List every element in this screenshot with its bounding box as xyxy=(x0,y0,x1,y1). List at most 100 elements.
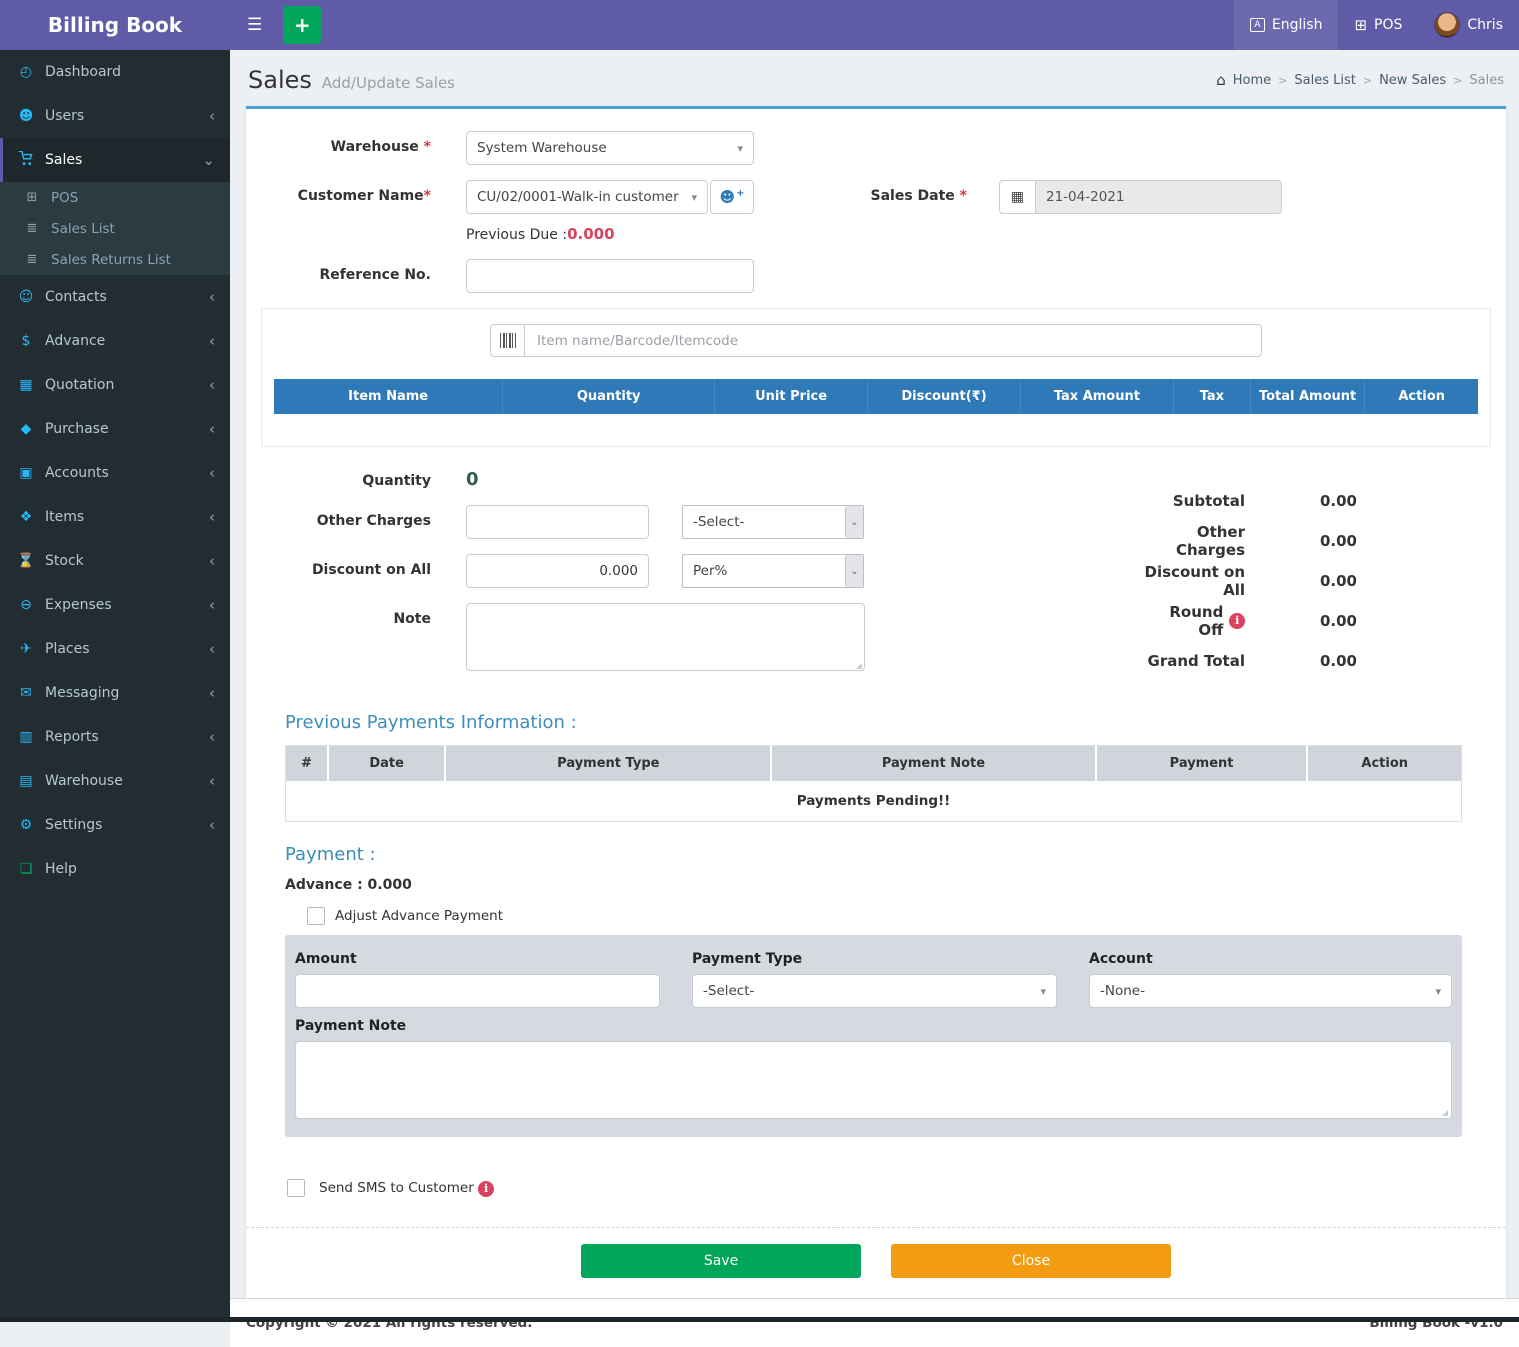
round-off-label: Round Off i xyxy=(1141,603,1245,639)
hourglass-icon: ⌛ xyxy=(15,553,37,569)
save-button[interactable]: Save xyxy=(581,1244,861,1278)
payments-table-header: Payment Type xyxy=(445,746,771,782)
sidebar-item-dashboard[interactable]: ◴ Dashboard xyxy=(0,50,230,94)
discount-type-select-value: Per% xyxy=(683,563,845,579)
warehouse-select-value: System Warehouse xyxy=(477,140,737,156)
hamburger-menu-icon[interactable]: ☰ xyxy=(230,0,279,50)
payment-note-textarea[interactable] xyxy=(295,1041,1452,1119)
breadcrumb-new-sales[interactable]: New Sales xyxy=(1379,73,1446,88)
account-field: Account -None- ▾ xyxy=(1089,951,1452,1008)
sales-date-input[interactable] xyxy=(1035,180,1282,214)
sales-date-group: ▦ xyxy=(999,180,1282,214)
chevron-left-icon: ‹ xyxy=(209,684,215,702)
sidebar-subitem-sales-returns-list[interactable]: ≣ Sales Returns List xyxy=(0,244,230,275)
warehouse-select[interactable]: System Warehouse ▾ xyxy=(466,131,754,165)
discount-on-all-input[interactable] xyxy=(466,554,649,588)
add-customer-button[interactable]: ☻+ xyxy=(710,180,754,214)
avatar xyxy=(1434,12,1460,38)
bottom-strip xyxy=(0,1317,1519,1322)
payment-type-select[interactable]: -Select- ▾ xyxy=(692,974,1057,1008)
pos-square-icon: ⊞ xyxy=(22,190,42,205)
sidebar-item-reports[interactable]: ▥ Reports ‹ xyxy=(0,715,230,759)
discount-type-select[interactable]: Per% ⌄ xyxy=(682,554,864,588)
sidebar-item-label: Help xyxy=(45,861,77,877)
items-table: Item Name Quantity Unit Price Discount(₹… xyxy=(274,379,1478,414)
pos-menu[interactable]: ⊞ POS xyxy=(1338,0,1418,50)
sidebar-item-purchase[interactable]: ◆ Purchase ‹ xyxy=(0,407,230,451)
breadcrumb-home[interactable]: Home xyxy=(1233,73,1271,88)
sidebar-item-accounts[interactable]: ▣ Accounts ‹ xyxy=(0,451,230,495)
required-asterisk: * xyxy=(424,188,431,204)
reference-label: Reference No. xyxy=(261,259,466,293)
page-title: Sales Add/Update Sales xyxy=(248,66,455,94)
cubes-icon: ❖ xyxy=(15,509,37,525)
amount-input[interactable] xyxy=(295,974,660,1008)
quick-add-button[interactable]: + xyxy=(283,6,321,44)
sidebar-item-label: Settings xyxy=(45,817,102,833)
other-charges-select[interactable]: -Select- ⌄ xyxy=(682,505,864,539)
chevron-down-icon: ▾ xyxy=(1435,985,1441,998)
items-table-header: Action xyxy=(1365,379,1478,414)
book-icon: ❏ xyxy=(15,861,37,877)
sales-submenu: ⊞ POS ≣ Sales List ≣ Sales Returns List xyxy=(0,182,230,275)
sidebar-item-label: Users xyxy=(45,108,84,124)
sidebar-item-help[interactable]: ❏ Help xyxy=(0,847,230,891)
payment-type-select-value: -Select- xyxy=(703,983,1040,999)
language-menu[interactable]: A English xyxy=(1234,0,1339,50)
account-select[interactable]: -None- ▾ xyxy=(1089,974,1452,1008)
page-footer: Copyright © 2021 All rights reserved. Bi… xyxy=(230,1298,1519,1347)
amount-label: Amount xyxy=(295,951,660,967)
sidebar-item-stock[interactable]: ⌛ Stock ‹ xyxy=(0,539,230,583)
send-sms-checkbox[interactable] xyxy=(287,1179,305,1197)
sidebar-item-expenses[interactable]: ⊖ Expenses ‹ xyxy=(0,583,230,627)
adjust-advance-checkbox[interactable] xyxy=(307,907,325,925)
info-icon[interactable]: i xyxy=(478,1181,494,1197)
minus-circle-icon: ⊖ xyxy=(15,597,37,613)
sidebar-item-label: Contacts xyxy=(45,289,107,305)
previous-due-label: Previous Due : xyxy=(466,227,567,243)
customer-select[interactable]: CU/02/0001-Walk-in customer ▾ xyxy=(466,180,708,214)
sidebar-item-label: Accounts xyxy=(45,465,109,481)
sidebar-item-contacts[interactable]: ☺ Contacts ‹ xyxy=(0,275,230,319)
breadcrumb-sales-list[interactable]: Sales List xyxy=(1294,73,1355,88)
grand-total-value: 0.00 xyxy=(1245,652,1357,670)
note-row: Note xyxy=(261,603,1141,675)
payments-table-header: Action xyxy=(1307,746,1461,782)
chevron-down-icon: ▾ xyxy=(691,191,697,204)
chevron-left-icon: ‹ xyxy=(209,508,215,526)
other-charges-label: Other Charges xyxy=(261,505,466,539)
sidebar-item-quotation[interactable]: ▦ Quotation ‹ xyxy=(0,363,230,407)
top-nav-right: A English ⊞ POS Chris xyxy=(1234,0,1519,50)
app-logo[interactable]: Billing Book xyxy=(0,0,230,50)
sidebar-subitem-pos[interactable]: ⊞ POS xyxy=(0,182,230,213)
sidebar-item-places[interactable]: ✈ Places ‹ xyxy=(0,627,230,671)
sidebar-item-sales[interactable]: Sales ⌄ xyxy=(0,138,230,182)
customer-label: Customer Name* xyxy=(261,180,466,214)
info-icon[interactable]: i xyxy=(1229,613,1245,629)
sales-date-label: Sales Date * xyxy=(754,180,999,214)
other-charges-select-value: -Select- xyxy=(683,514,845,530)
discount-total-label: Discount on All xyxy=(1141,563,1245,599)
sidebar-item-messaging[interactable]: ✉ Messaging ‹ xyxy=(0,671,230,715)
amount-field: Amount xyxy=(295,951,660,1008)
sidebar-item-warehouse[interactable]: ▤ Warehouse ‹ xyxy=(0,759,230,803)
note-textarea[interactable] xyxy=(466,603,865,671)
close-button[interactable]: Close xyxy=(891,1244,1171,1278)
user-menu[interactable]: Chris xyxy=(1418,0,1519,50)
payment-type-field: Payment Type -Select- ▾ xyxy=(692,951,1057,1008)
sidebar-item-advance[interactable]: $ Advance ‹ xyxy=(0,319,230,363)
sidebar-subitem-sales-list[interactable]: ≣ Sales List xyxy=(0,213,230,244)
payment-note-label: Payment Note xyxy=(295,1018,1452,1034)
payments-empty-message: Payments Pending!! xyxy=(286,781,1462,822)
item-search-input[interactable] xyxy=(524,324,1262,357)
other-charges-input[interactable] xyxy=(466,505,649,539)
sidebar-item-settings[interactable]: ⚙ Settings ‹ xyxy=(0,803,230,847)
sidebar-item-items[interactable]: ❖ Items ‹ xyxy=(0,495,230,539)
chevron-left-icon: ‹ xyxy=(209,772,215,790)
reference-input[interactable] xyxy=(466,259,754,293)
warehouse-label: Warehouse * xyxy=(261,131,466,165)
sidebar-item-users[interactable]: ☻ Users ‹ xyxy=(0,94,230,138)
calendar-icon[interactable]: ▦ xyxy=(999,180,1035,214)
subtotal-value: 0.00 xyxy=(1245,492,1357,510)
sidebar-subitem-label: Sales Returns List xyxy=(51,252,171,268)
